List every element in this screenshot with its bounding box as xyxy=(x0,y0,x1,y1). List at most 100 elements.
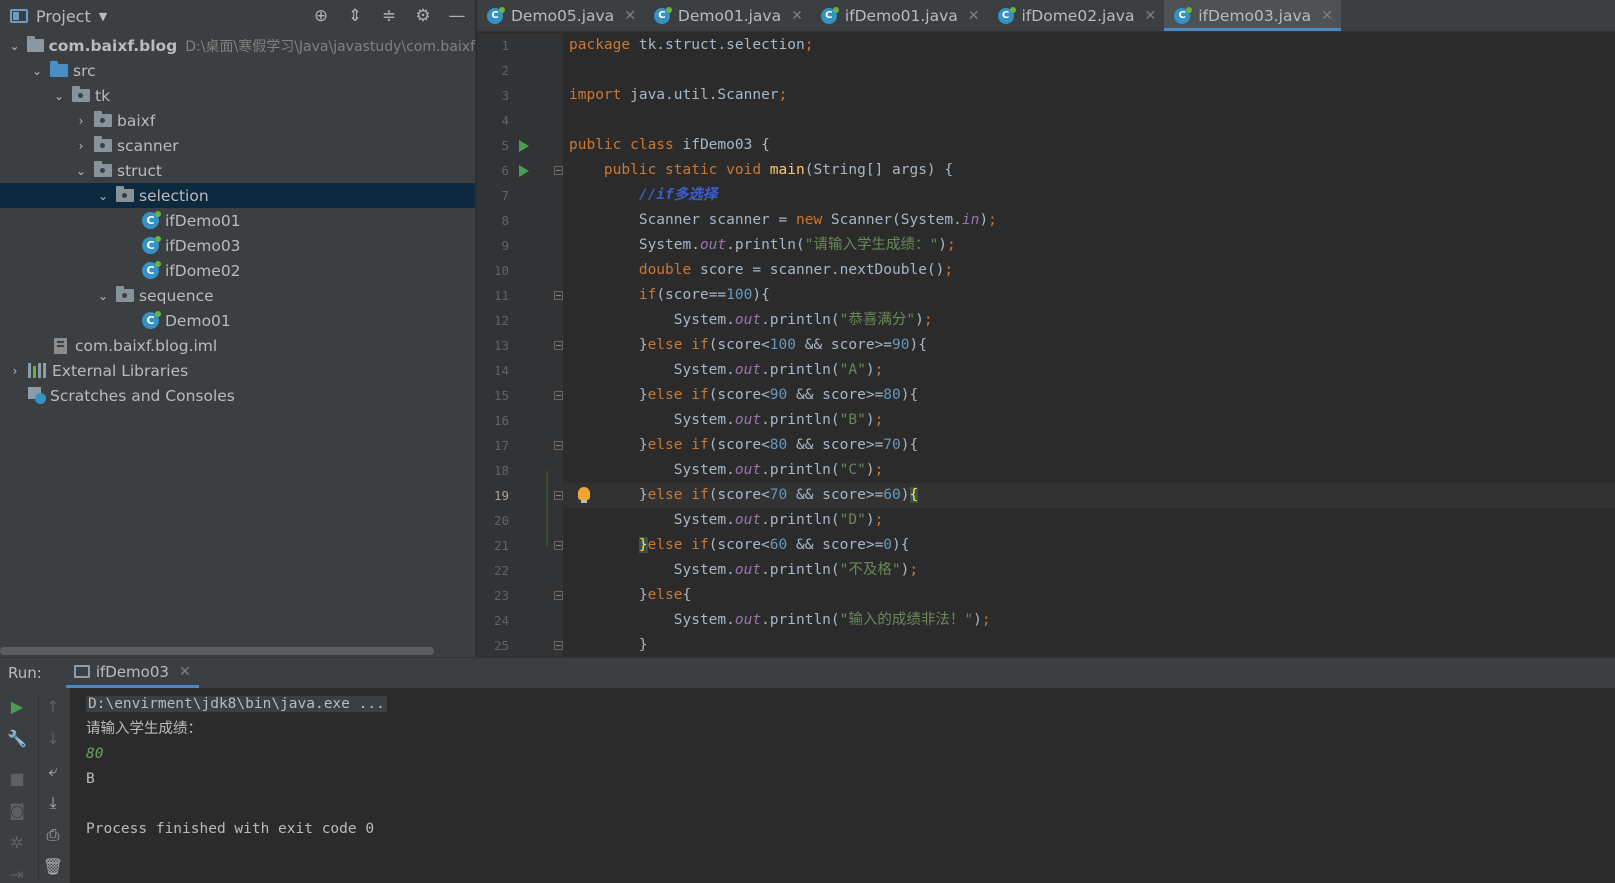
chevron-down-icon[interactable]: ⌄ xyxy=(96,189,110,203)
code-line: }else if(score<100 && score>=90){ xyxy=(569,337,927,353)
chevron-right-icon[interactable]: › xyxy=(74,139,88,153)
tree-item-label: selection xyxy=(139,186,209,205)
java-class-icon: C xyxy=(1174,6,1193,24)
fold-icon[interactable] xyxy=(554,291,563,300)
tree-item-selection[interactable]: ⌄ selection xyxy=(0,183,475,208)
fold-icon[interactable] xyxy=(554,441,563,450)
rerun-icon[interactable]: ▶ xyxy=(6,696,28,718)
line-number: 22 xyxy=(493,563,509,578)
run-toolbar: ▶ ↑ 🔧 ↓ ⤶ ■ ⤓ ◙ ⎙ ✲ 🗑 ⇥ xyxy=(0,688,70,883)
code-line: }else if(score<70 && score>=60){ xyxy=(569,487,919,503)
chevron-right-icon[interactable]: › xyxy=(8,364,22,378)
line-number: 1 xyxy=(501,38,509,53)
line-number: 17 xyxy=(493,438,509,453)
scroll-to-end-icon[interactable]: ⤓ xyxy=(42,792,64,814)
tab-demo05[interactable]: C Demo05.java ✕ xyxy=(477,0,644,31)
fold-icon[interactable] xyxy=(554,491,563,500)
toolbar-divider xyxy=(38,694,39,882)
print-icon[interactable]: ⎙ xyxy=(42,824,64,846)
tree-item-label: sequence xyxy=(139,286,214,305)
fold-icon[interactable] xyxy=(554,641,563,650)
tree-item-struct[interactable]: ⌄ struct xyxy=(0,158,475,183)
stop-icon[interactable]: ■ xyxy=(6,768,28,790)
code-editor[interactable]: 1 2 3 4 5 6 7 8 9 10 11 12 13 14 15 16 1… xyxy=(477,33,1615,657)
package-icon xyxy=(94,161,112,177)
horizontal-scrollbar[interactable] xyxy=(0,647,434,655)
gear-icon[interactable]: ⚙ xyxy=(412,6,434,26)
code-line: import java.util.Scanner; xyxy=(569,87,788,103)
code-line: public class ifDemo03 { xyxy=(569,137,770,153)
tab-demo01[interactable]: C Demo01.java ✕ xyxy=(644,0,811,31)
chevron-down-icon[interactable]: ⌄ xyxy=(74,164,88,178)
code-line: }else if(score<90 && score>=80){ xyxy=(569,387,919,403)
tree-item-baixf[interactable]: › baixf xyxy=(0,108,475,133)
tree-item-label: tk xyxy=(95,86,111,105)
tree-item-external-libraries[interactable]: › External Libraries xyxy=(0,358,475,383)
code-line: System.out.println("D"); xyxy=(569,512,884,528)
tree-item-module[interactable]: ⌄ com.baixf.blog D:\桌面\寒假学习\Java\javastu… xyxy=(0,33,475,58)
close-icon[interactable]: ✕ xyxy=(179,664,191,680)
code-line: System.out.println("不及格"); xyxy=(569,562,919,578)
java-class-icon: C xyxy=(142,261,161,279)
tab-label: Demo05.java xyxy=(511,6,615,25)
console-output[interactable]: D:\envirment\jdk8\bin\java.exe ... 请输入学生… xyxy=(86,692,387,842)
tab-ifdemo03[interactable]: C ifDemo03.java ✕ xyxy=(1164,0,1341,31)
line-number: 21 xyxy=(493,538,509,553)
run-tab[interactable]: ifDemo03 ✕ xyxy=(65,658,199,688)
tree-item-label: baixf xyxy=(117,111,156,130)
locate-file-icon[interactable]: ⊕ xyxy=(310,6,332,26)
tab-ifdemo01[interactable]: C ifDemo01.java ✕ xyxy=(811,0,988,31)
tree-item-label: Demo01 xyxy=(165,311,231,330)
chevron-down-icon[interactable]: ⌄ xyxy=(8,39,21,53)
collapse-all-icon[interactable]: ≑ xyxy=(378,6,400,26)
close-icon[interactable]: ✕ xyxy=(968,8,980,24)
arrow-up-icon[interactable]: ↑ xyxy=(42,696,64,718)
run-main-icon[interactable] xyxy=(519,165,529,177)
run-class-icon[interactable] xyxy=(519,140,529,152)
chevron-down-icon[interactable]: ⌄ xyxy=(30,64,44,78)
code-line: } xyxy=(569,637,648,653)
tree-item-ifdemo01[interactable]: C ifDemo01 xyxy=(0,208,475,233)
chevron-right-icon[interactable]: › xyxy=(74,114,88,128)
close-icon[interactable]: ✕ xyxy=(624,8,636,24)
trash-icon[interactable]: 🗑 xyxy=(42,856,64,878)
tree-item-ifdemo03[interactable]: C ifDemo03 xyxy=(0,233,475,258)
chevron-down-icon[interactable]: ⌄ xyxy=(52,89,66,103)
scratches-icon xyxy=(28,387,46,404)
line-number: 3 xyxy=(501,88,509,103)
fold-icon[interactable] xyxy=(554,341,563,350)
code-line: }else if(score<80 && score>=70){ xyxy=(569,437,919,453)
close-icon[interactable]: ✕ xyxy=(791,8,803,24)
expand-all-icon[interactable]: ⇕ xyxy=(344,6,366,26)
tree-item-tk[interactable]: ⌄ tk xyxy=(0,83,475,108)
tab-label: ifDemo01.java xyxy=(844,6,958,25)
fold-icon[interactable] xyxy=(554,166,563,175)
java-class-icon: C xyxy=(820,6,839,24)
tree-item-demo01[interactable]: C Demo01 xyxy=(0,308,475,333)
line-number: 16 xyxy=(493,413,509,428)
exit-icon[interactable]: ⇥ xyxy=(6,864,28,883)
chevron-down-icon[interactable]: ⌄ xyxy=(96,289,110,303)
close-icon[interactable]: ✕ xyxy=(1144,8,1156,24)
fold-icon[interactable] xyxy=(554,541,563,550)
code-line: package tk.struct.selection; xyxy=(569,37,814,53)
fold-icon[interactable] xyxy=(554,591,563,600)
tree-item-scanner[interactable]: › scanner xyxy=(0,133,475,158)
tree-item-src[interactable]: ⌄ src xyxy=(0,58,475,83)
tree-item-iml[interactable]: com.baixf.blog.iml xyxy=(0,333,475,358)
fold-icon[interactable] xyxy=(554,391,563,400)
hide-panel-icon[interactable]: — xyxy=(446,6,468,26)
project-view-selector[interactable]: Project ▼ xyxy=(10,7,107,26)
tree-item-scratches[interactable]: Scratches and Consoles xyxy=(0,383,475,408)
tab-ifdome02[interactable]: C ifDome02.java ✕ xyxy=(988,0,1165,31)
close-icon[interactable]: ✕ xyxy=(1321,8,1333,24)
tree-item-label: struct xyxy=(117,161,162,180)
wrench-icon[interactable]: 🔧 xyxy=(6,728,28,750)
tree-item-ifdome02[interactable]: C ifDome02 xyxy=(0,258,475,283)
soft-wrap-icon[interactable]: ⤶ xyxy=(42,760,64,782)
tree-item-sequence[interactable]: ⌄ sequence xyxy=(0,283,475,308)
line-number: 9 xyxy=(501,238,509,253)
settings-icon[interactable]: ✲ xyxy=(6,832,28,854)
arrow-down-icon[interactable]: ↓ xyxy=(42,728,64,750)
camera-icon[interactable]: ◙ xyxy=(6,800,28,822)
